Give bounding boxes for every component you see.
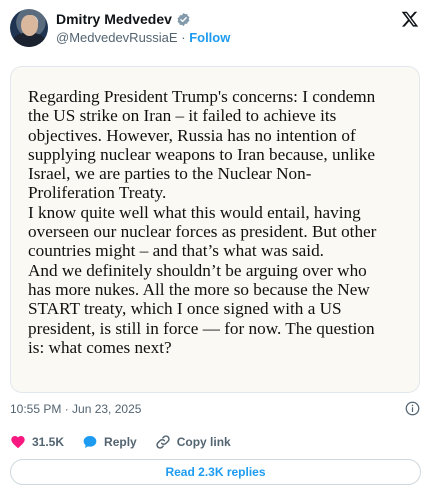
name-row: Dmitry Medvedev bbox=[56, 10, 191, 28]
tweet-media-image[interactable]: Regarding President Trump's concerns: I … bbox=[10, 66, 420, 393]
handle-row: @MedvedevRussiaE · Follow bbox=[56, 30, 230, 45]
author-handle[interactable]: @MedvedevRussiaE bbox=[56, 30, 178, 45]
link-icon bbox=[156, 435, 170, 449]
avatar-face bbox=[21, 15, 38, 36]
action-bar: 31.5K Reply Copy link bbox=[10, 433, 249, 451]
copy-link-button[interactable]: Copy link bbox=[155, 434, 231, 450]
copy-link-label: Copy link bbox=[176, 435, 231, 449]
x-logo-icon[interactable] bbox=[401, 10, 419, 28]
read-replies-button[interactable]: Read 2.3K replies bbox=[10, 459, 421, 485]
info-icon[interactable] bbox=[405, 401, 420, 416]
reply-button[interactable]: Reply bbox=[82, 434, 137, 450]
like-count: 31.5K bbox=[32, 435, 65, 449]
separator: · bbox=[181, 30, 186, 45]
follow-button[interactable]: Follow bbox=[189, 30, 230, 45]
heart-icon bbox=[11, 436, 25, 449]
like-button[interactable]: 31.5K bbox=[10, 434, 64, 450]
statement-text: Regarding President Trump's concerns: I … bbox=[28, 87, 377, 357]
speech-bubble-icon bbox=[83, 436, 97, 448]
author-name[interactable]: Dmitry Medvedev bbox=[56, 11, 172, 27]
read-replies-label: Read 2.3K replies bbox=[165, 465, 266, 479]
verified-badge-icon bbox=[177, 12, 190, 26]
reply-label: Reply bbox=[104, 435, 137, 449]
timestamp[interactable]: 10:55 PM · Jun 23, 2025 bbox=[10, 402, 141, 416]
avatar[interactable] bbox=[10, 9, 48, 47]
tweet-header: Dmitry Medvedev @MedvedevRussiaE · Follo… bbox=[0, 0, 433, 60]
